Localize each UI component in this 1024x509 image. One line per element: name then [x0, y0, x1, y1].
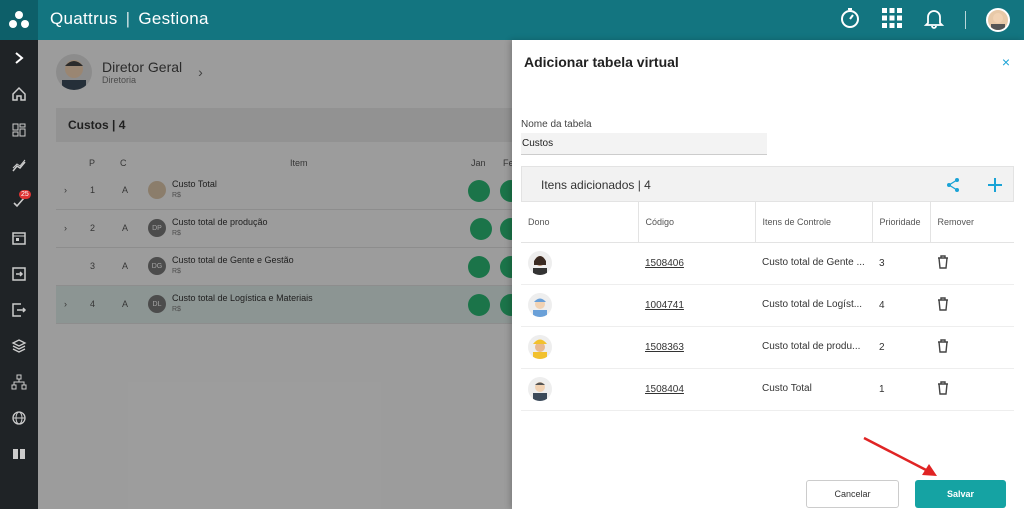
- item-code-link[interactable]: 1508363: [645, 342, 684, 353]
- item-priority: 1: [872, 368, 930, 411]
- add-virtual-table-panel: Adicionar tabela virtual × Nome da tabel…: [512, 40, 1024, 509]
- trash-icon[interactable]: [937, 296, 949, 314]
- col-header-owner: Dono: [521, 202, 639, 243]
- item-code-link[interactable]: 1004741: [645, 300, 684, 311]
- sidebar-item-hierarchy[interactable]: [0, 364, 38, 400]
- sidebar-item-layers[interactable]: [0, 328, 38, 364]
- home-icon: [12, 86, 26, 101]
- owner-avatar: [528, 293, 552, 317]
- table-row: 1508363 Custo total de produ... 2: [521, 326, 1014, 369]
- trend-icon: [12, 159, 26, 172]
- sidebar-item-trend[interactable]: [0, 148, 38, 184]
- hierarchy-icon: [11, 374, 27, 390]
- sidebar-item-expand[interactable]: [0, 40, 38, 76]
- save-button[interactable]: Salvar: [915, 480, 1006, 508]
- control-item-name: Custo total de produ...: [762, 341, 861, 353]
- owner-avatar: [528, 377, 552, 401]
- calendar-icon: [12, 232, 26, 245]
- sidebar-item-logout[interactable]: [0, 292, 38, 328]
- table-row: 1508404 Custo Total 1: [521, 368, 1014, 411]
- logo-icon: [9, 11, 29, 28]
- owner-avatar: [528, 251, 552, 275]
- added-items-header: Itens adicionados | 4: [521, 166, 1014, 202]
- globe-icon: [12, 411, 26, 425]
- item-code-link[interactable]: 1508404: [645, 384, 684, 395]
- user-avatar[interactable]: [986, 8, 1010, 32]
- col-header-control-items: Itens de Controle: [755, 202, 873, 243]
- table-name-label: Nome da tabela: [521, 119, 592, 130]
- col-header-remove: Remover: [930, 202, 1014, 243]
- dashboard-icon: [12, 123, 26, 137]
- sidebar: 25: [0, 40, 38, 509]
- sidebar-item-calendar[interactable]: [0, 220, 38, 256]
- col-header-priority: Prioridade: [872, 202, 931, 243]
- brand-title: Quattrus | Gestiona: [50, 9, 209, 29]
- close-icon[interactable]: ×: [1002, 54, 1010, 70]
- table-row: 1508406 Custo total de Gente ... 3: [521, 242, 1014, 285]
- control-item-name: Custo total de Logíst...: [762, 299, 863, 311]
- item-priority: 2: [872, 326, 930, 369]
- table-row: 1004741 Custo total de Logíst... 4: [521, 284, 1014, 327]
- brand-right: Gestiona: [138, 9, 209, 28]
- trash-icon[interactable]: [937, 254, 949, 272]
- cancel-button[interactable]: Cancelar: [806, 480, 899, 508]
- sidebar-item-dashboard[interactable]: [0, 112, 38, 148]
- control-item-name: Custo Total: [762, 383, 812, 395]
- modal-backdrop[interactable]: [38, 40, 512, 509]
- col-header-code: Código: [638, 202, 756, 243]
- layers-icon: [11, 339, 27, 353]
- share-icon[interactable]: [943, 175, 963, 195]
- top-divider: [965, 11, 966, 29]
- top-actions: [839, 0, 1010, 40]
- added-items-table: Dono Código Itens de Controle Prioridade…: [521, 202, 1014, 411]
- login-icon: [12, 267, 26, 281]
- modal-title: Adicionar tabela virtual: [524, 54, 679, 70]
- brand-left: Quattrus: [50, 9, 118, 28]
- item-priority: 3: [872, 242, 930, 285]
- item-priority: 4: [872, 284, 930, 327]
- sidebar-item-tasks[interactable]: 25: [0, 184, 38, 220]
- expand-chevron-icon: [15, 52, 24, 64]
- book-icon: [13, 449, 25, 459]
- brand-separator: |: [125, 9, 131, 28]
- added-items-title: Itens adicionados | 4: [541, 178, 651, 192]
- apps-grid-icon[interactable]: [881, 7, 903, 34]
- logout-icon: [12, 303, 27, 317]
- tasks-badge: 25: [19, 190, 31, 199]
- owner-avatar: [528, 335, 552, 359]
- sidebar-item-login[interactable]: [0, 256, 38, 292]
- add-icon[interactable]: [985, 175, 1005, 195]
- trash-icon[interactable]: [937, 338, 949, 356]
- sidebar-item-home[interactable]: [0, 76, 38, 112]
- item-code-link[interactable]: 1508406: [645, 258, 684, 269]
- sidebar-item-globe[interactable]: [0, 400, 38, 436]
- stopwatch-icon[interactable]: [839, 7, 861, 34]
- control-item-name: Custo total de Gente ...: [762, 257, 865, 269]
- bell-icon[interactable]: [923, 7, 945, 34]
- app-logo[interactable]: [0, 0, 38, 40]
- top-bar: Quattrus | Gestiona: [0, 0, 1024, 40]
- sidebar-item-book[interactable]: [0, 436, 38, 472]
- trash-icon[interactable]: [937, 380, 949, 398]
- table-name-input[interactable]: [521, 133, 767, 155]
